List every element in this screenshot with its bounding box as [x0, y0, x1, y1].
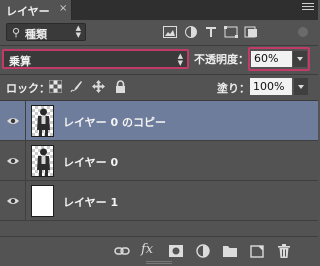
layer-row[interactable]: レイヤー 1 — [0, 181, 318, 221]
fx-icon[interactable]: fx — [141, 242, 157, 258]
layer-name[interactable]: レイヤー 0 のコピー — [63, 114, 166, 130]
trash-icon[interactable] — [276, 243, 292, 259]
new-layer-icon[interactable] — [249, 243, 265, 259]
panel-tab-bar: レイヤー × — [0, 0, 318, 20]
opacity-input[interactable]: 60% — [251, 51, 292, 67]
visibility-toggle[interactable] — [0, 141, 26, 181]
lock-label: ロック： — [6, 82, 50, 95]
smart-object-filter-icon[interactable] — [244, 26, 258, 38]
chevron-updown-icon: ▲ ▼ — [75, 24, 81, 39]
layer-name[interactable]: レイヤー 1 — [63, 194, 118, 210]
panel-menu-icon[interactable] — [302, 3, 314, 15]
link-icon[interactable] — [114, 243, 130, 259]
layer-name[interactable]: レイヤー 0 — [63, 154, 118, 170]
filter-toggle-icon[interactable] — [296, 25, 310, 39]
visibility-toggle[interactable] — [0, 181, 26, 221]
mask-icon[interactable] — [168, 243, 184, 259]
layer-row[interactable]: レイヤー 0 のコピー — [0, 101, 318, 141]
shape-filter-icon[interactable] — [224, 26, 238, 38]
fill-slider-button[interactable] — [294, 78, 308, 95]
lock-position-icon[interactable] — [92, 80, 105, 93]
kind-filter-select[interactable]: ⚲ 種類 ▲ ▼ — [6, 23, 86, 41]
adjustment-icon[interactable] — [195, 243, 211, 259]
blend-mode-value: 乗算 — [9, 55, 31, 68]
eye-icon — [7, 198, 19, 204]
adjustment-filter-icon[interactable] — [184, 26, 198, 38]
blend-row: 乗算 ▲ ▼ 不透明度： 60% — [0, 46, 318, 74]
chevron-updown-icon: ▲ ▼ — [177, 52, 183, 67]
opacity-slider-button[interactable] — [293, 51, 307, 67]
layer-thumbnail — [31, 105, 54, 137]
lock-transparent-icon[interactable] — [49, 80, 62, 93]
layer-thumbnail — [31, 145, 54, 177]
tab-label: レイヤー — [6, 5, 50, 18]
tab-layers[interactable]: レイヤー × — [0, 0, 72, 20]
layer-thumbnail — [31, 185, 54, 217]
visibility-toggle[interactable] — [0, 101, 26, 141]
panel-footer: fx — [0, 236, 318, 266]
opacity-label: 不透明度： — [194, 53, 249, 66]
filter-row: ⚲ 種類 ▲ ▼ — [0, 20, 318, 45]
resize-grip[interactable] — [146, 261, 172, 265]
eye-icon — [7, 158, 19, 164]
fill-label: 塗り： — [217, 82, 250, 95]
opacity-control: 60% — [248, 47, 310, 71]
fill-input[interactable]: 100% — [250, 78, 292, 95]
eye-icon — [7, 118, 19, 124]
layer-row[interactable]: レイヤー 0 — [0, 141, 318, 181]
image-filter-icon[interactable] — [163, 26, 177, 38]
type-filter-icon[interactable] — [204, 26, 218, 38]
close-icon[interactable]: × — [59, 3, 67, 14]
folder-icon[interactable] — [222, 243, 238, 259]
layer-list: レイヤー 0 のコピー レイヤー 0 レイヤー 1 — [0, 101, 318, 221]
lock-row: ロック： 塗り： 100% — [0, 74, 318, 100]
lock-image-icon[interactable] — [70, 80, 83, 93]
search-icon: ⚲ — [12, 26, 21, 39]
lock-all-icon[interactable] — [114, 80, 127, 93]
blend-mode-select[interactable]: 乗算 ▲ ▼ — [2, 49, 189, 69]
kind-filter-label: 種類 — [25, 28, 47, 41]
